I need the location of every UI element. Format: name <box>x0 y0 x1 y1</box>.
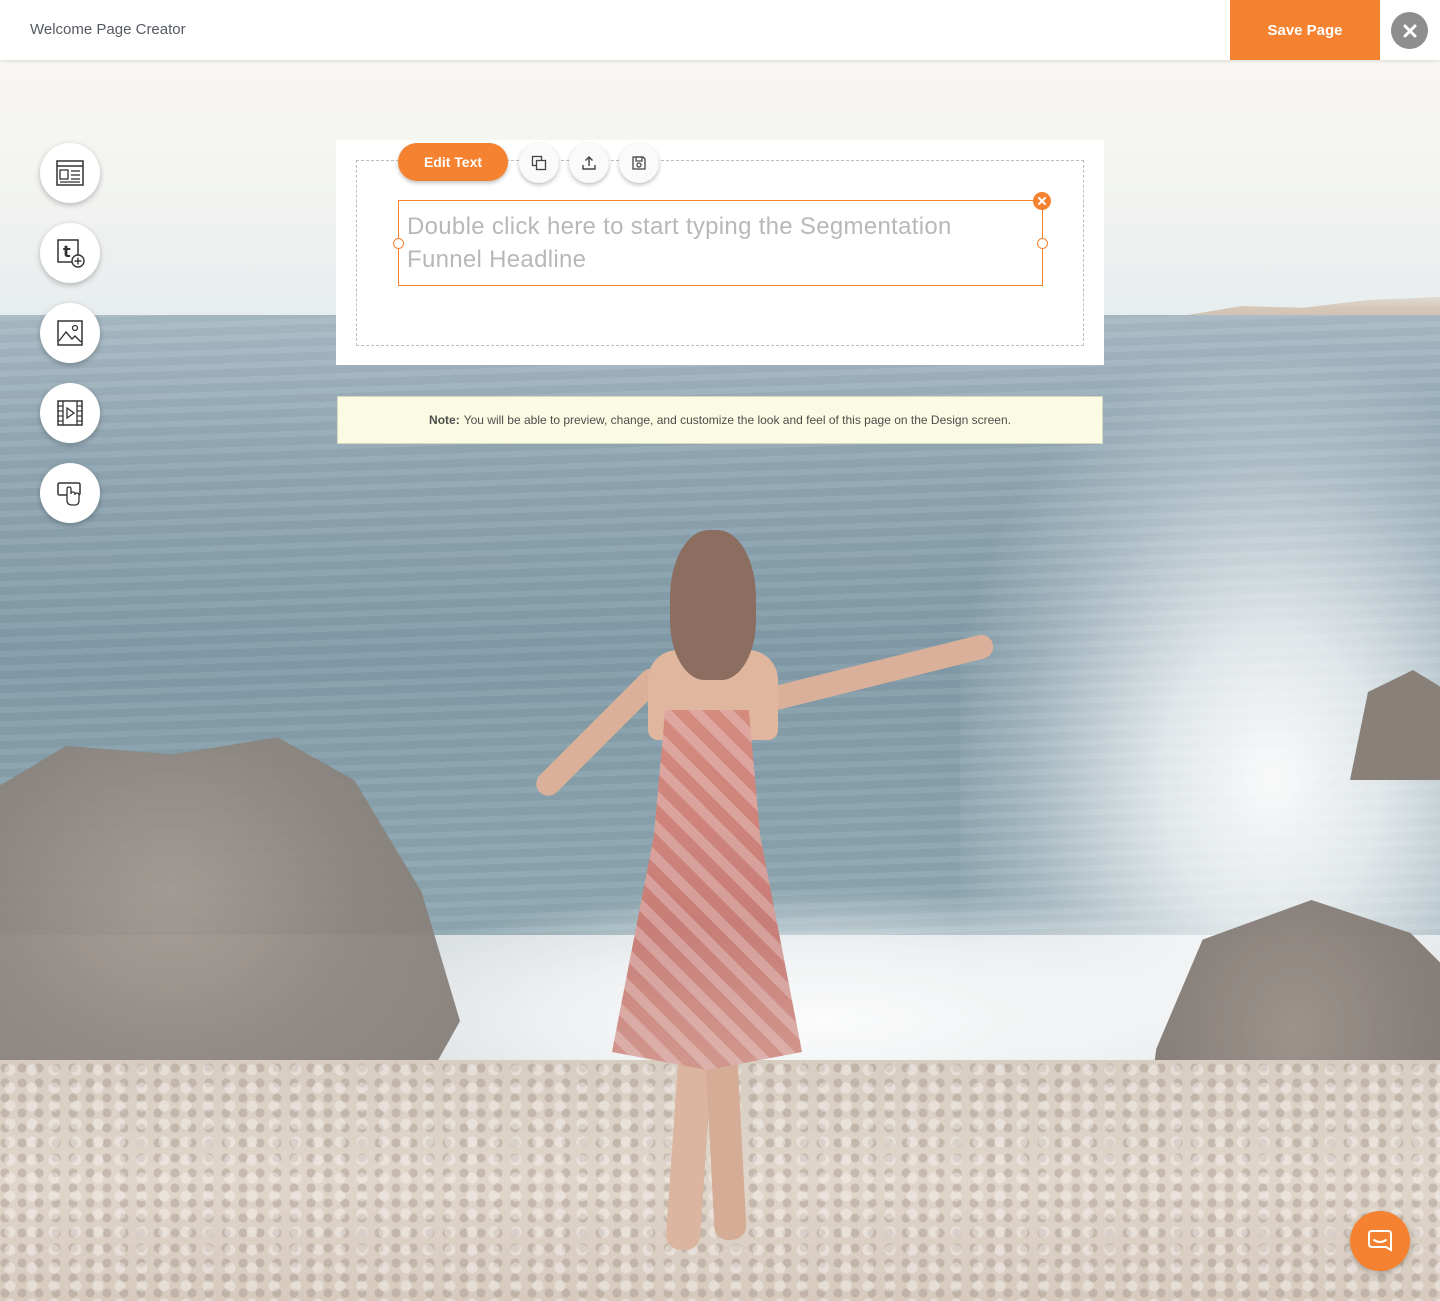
tool-image-button[interactable] <box>40 303 100 363</box>
save-block-button[interactable] <box>619 143 659 183</box>
design-screen-note: Note: You will be able to preview, chang… <box>337 396 1103 444</box>
headline-placeholder[interactable]: Double click here to start typing the Se… <box>407 210 1007 276</box>
image-icon <box>57 320 83 346</box>
export-button[interactable] <box>569 143 609 183</box>
top-bar: Welcome Page Creator Save Page <box>0 0 1440 60</box>
resize-handle-left[interactable] <box>393 238 404 249</box>
tool-layout-button[interactable] <box>40 143 100 203</box>
tool-add-text-button[interactable]: t <box>40 223 100 283</box>
add-text-icon: t <box>57 239 85 268</box>
tool-button-button[interactable] <box>40 463 100 523</box>
headline-section-panel: Edit Text Double click here to start typ… <box>336 140 1104 365</box>
svg-text:t: t <box>63 242 71 261</box>
duplicate-icon <box>531 155 547 171</box>
tool-video-button[interactable] <box>40 383 100 443</box>
upload-icon <box>582 156 596 170</box>
duplicate-button[interactable] <box>519 143 559 183</box>
edit-text-button[interactable]: Edit Text <box>398 143 508 181</box>
close-icon <box>1038 197 1046 205</box>
layout-block-icon <box>56 160 84 186</box>
app-title: Welcome Page Creator <box>30 21 186 38</box>
save-icon <box>632 156 646 170</box>
note-text: You will be able to preview, change, and… <box>463 413 1011 427</box>
resize-handle-right[interactable] <box>1037 238 1048 249</box>
chat-icon <box>1368 1230 1392 1252</box>
video-icon <box>57 400 83 426</box>
button-click-icon <box>57 482 81 506</box>
headline-text-block[interactable]: Double click here to start typing the Se… <box>398 200 1043 286</box>
chat-launcher-button[interactable] <box>1350 1211 1410 1271</box>
remove-block-button[interactable] <box>1033 192 1051 210</box>
close-button[interactable] <box>1391 12 1428 49</box>
close-icon <box>1403 24 1416 37</box>
save-page-button[interactable]: Save Page <box>1230 0 1380 60</box>
note-label: Note: <box>429 413 460 427</box>
